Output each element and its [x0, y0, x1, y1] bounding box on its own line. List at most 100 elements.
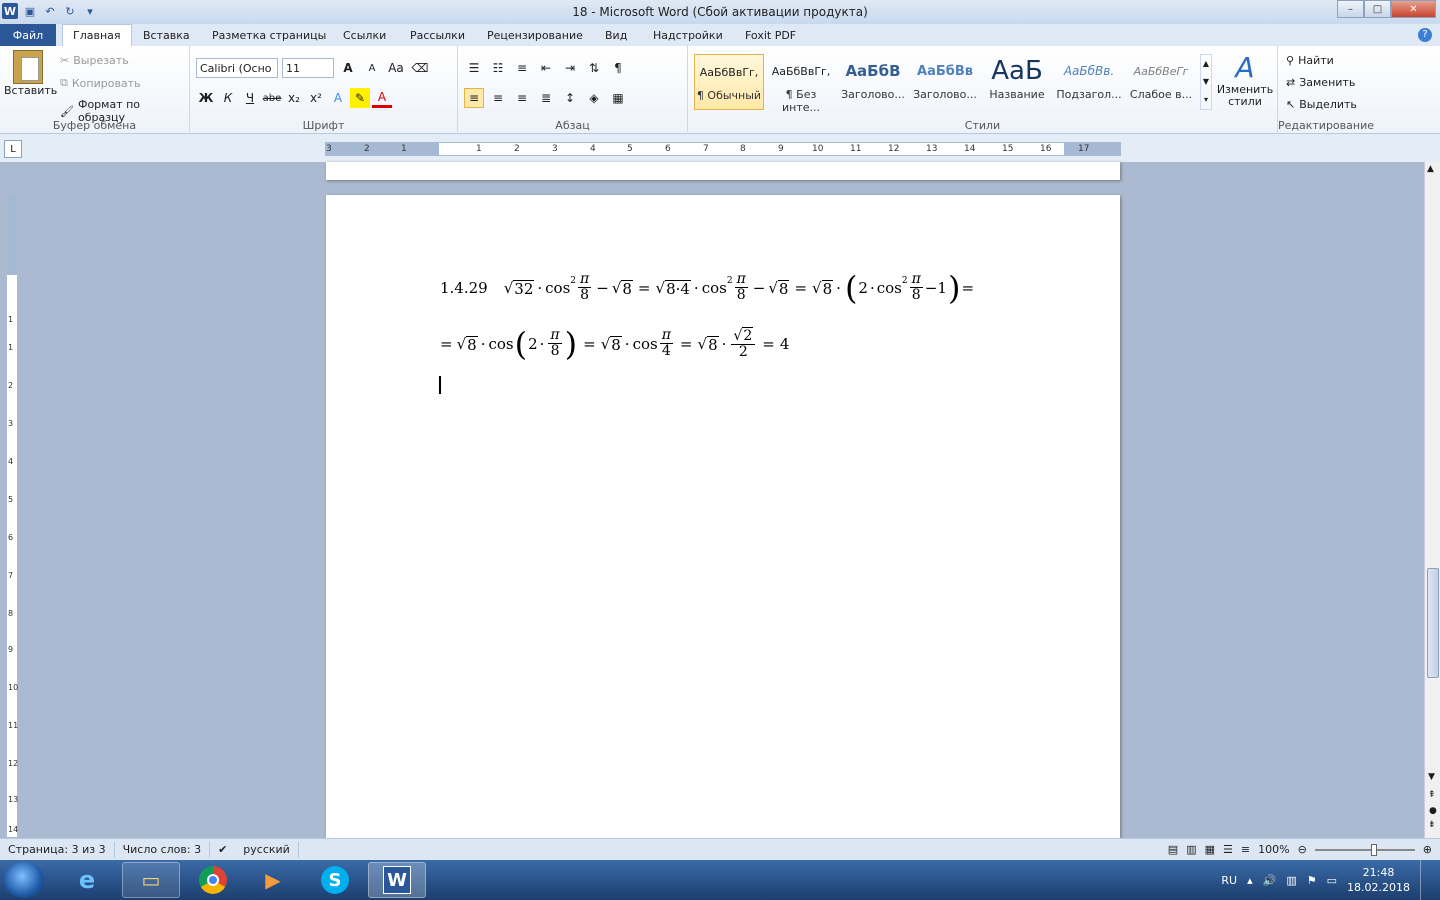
tab-insert[interactable]: Вставка	[143, 24, 190, 46]
help-icon[interactable]: ?	[1418, 28, 1432, 42]
media-player-icon[interactable]: ▶	[244, 862, 302, 898]
increase-indent-icon[interactable]: ⇥	[560, 58, 580, 78]
style-heading2[interactable]: АаБбВв Заголово...	[910, 54, 980, 110]
page-count[interactable]: Страница: 3 из 3	[0, 841, 115, 858]
grow-font-button[interactable]: A	[338, 58, 358, 78]
word-count[interactable]: Число слов: 3	[115, 841, 211, 858]
justify-icon[interactable]: ≣	[536, 88, 556, 108]
numbering-icon[interactable]: ☷	[488, 58, 508, 78]
font-color-icon[interactable]: A	[372, 88, 392, 108]
align-left-icon[interactable]: ≡	[464, 88, 484, 108]
maximize-button[interactable]: □	[1364, 0, 1391, 18]
action-center-icon[interactable]: ⚑	[1307, 874, 1317, 887]
vertical-scrollbar[interactable]: ▲ ▼ ⇞ ● ⇟	[1424, 162, 1440, 838]
line-spacing-icon[interactable]: ↕	[560, 88, 580, 108]
zoom-slider-thumb[interactable]	[1370, 843, 1377, 856]
scroll-thumb[interactable]	[1427, 568, 1439, 678]
clear-formatting-icon[interactable]: ⌫	[410, 58, 430, 78]
tab-selector[interactable]: L	[4, 140, 22, 158]
select-button[interactable]: ↖ Выделить	[1286, 98, 1357, 111]
align-center-icon[interactable]: ≡	[488, 88, 508, 108]
language-indicator[interactable]: RU	[1221, 874, 1237, 887]
network-icon[interactable]: ▥	[1286, 874, 1296, 887]
style-subtle-emphasis[interactable]: АаБбВеГг Слабое в...	[1126, 54, 1196, 110]
decrease-indent-icon[interactable]: ⇤	[536, 58, 556, 78]
change-styles-button[interactable]: A Изменить стили	[1216, 52, 1274, 108]
zoom-level[interactable]: 100%	[1258, 843, 1289, 856]
start-button[interactable]	[4, 862, 44, 898]
superscript-button[interactable]: x²	[306, 88, 326, 108]
zoom-out-icon[interactable]: ⊖	[1298, 843, 1307, 856]
show-desktop-button[interactable]	[1420, 860, 1430, 900]
tab-foxit-pdf[interactable]: Foxit PDF	[745, 24, 796, 46]
clock[interactable]: 21:48 18.02.2018	[1347, 865, 1410, 895]
chrome-icon[interactable]	[184, 862, 242, 898]
zoom-in-icon[interactable]: ⊕	[1423, 843, 1432, 856]
paste-button[interactable]: Вставить	[4, 50, 57, 97]
tab-page-layout[interactable]: Разметка страницы	[212, 24, 326, 46]
web-layout-icon[interactable]: ▦	[1205, 843, 1215, 856]
reading-layout-icon[interactable]: ▥	[1186, 843, 1196, 856]
underline-button[interactable]: Ч	[240, 88, 260, 108]
minimize-button[interactable]: –	[1337, 0, 1364, 18]
print-layout-icon[interactable]: ▤	[1168, 843, 1178, 856]
styles-scroll[interactable]: ▲ ▼ ▾	[1200, 54, 1212, 110]
outline-icon[interactable]: ☰	[1223, 843, 1233, 856]
skype-icon[interactable]: S	[306, 862, 364, 898]
multilevel-list-icon[interactable]: ≡	[512, 58, 532, 78]
tab-references[interactable]: Ссылки	[343, 24, 386, 46]
shrink-font-button[interactable]: A	[362, 58, 382, 78]
bold-button[interactable]: Ж	[196, 88, 216, 108]
font-size-field[interactable]: 11	[282, 58, 334, 78]
browse-object-icon[interactable]: ●	[1429, 806, 1437, 816]
spellcheck-icon[interactable]: ✔	[210, 842, 235, 858]
zoom-slider[interactable]	[1314, 843, 1415, 856]
tab-mailings[interactable]: Рассылки	[410, 24, 465, 46]
close-button[interactable]: ✕	[1391, 0, 1436, 18]
strikethrough-button[interactable]: abe	[262, 88, 282, 108]
bullets-icon[interactable]: ☰	[464, 58, 484, 78]
style-heading1[interactable]: АаБбВ Заголово...	[838, 54, 908, 110]
language[interactable]: русский	[235, 841, 299, 858]
align-right-icon[interactable]: ≡	[512, 88, 532, 108]
display-icon[interactable]: ▭	[1327, 874, 1337, 887]
internet-explorer-icon[interactable]: e	[58, 862, 116, 898]
prev-page-icon[interactable]: ⇞	[1428, 790, 1436, 800]
next-page-icon[interactable]: ⇟	[1428, 820, 1436, 830]
tab-view[interactable]: Вид	[605, 24, 627, 46]
show-marks-button[interactable]: ¶	[608, 58, 628, 78]
equation-line-1[interactable]: 1.4.29 √ 32 · cos 2 π8 − √ 8 = √ 8·4 · cos 2 …	[440, 272, 974, 304]
scroll-up-icon[interactable]: ▲	[1427, 164, 1434, 174]
draft-icon[interactable]: ≡	[1241, 843, 1250, 856]
borders-icon[interactable]: ▦	[608, 88, 628, 108]
explorer-folder-icon[interactable]: ▭	[122, 862, 180, 898]
volume-icon[interactable]: 🔊	[1263, 874, 1277, 887]
copy-button[interactable]: ⧉ Копировать	[60, 76, 141, 90]
horizontal-ruler[interactable]: 3 2 1 1 2 3 4 5 6 7 8 9 10 11 12 13 14 1…	[325, 142, 1121, 156]
italic-button[interactable]: К	[218, 88, 238, 108]
style-title[interactable]: АаБ Название	[982, 54, 1052, 110]
vruler-number: 7	[8, 571, 14, 580]
equation-line-2[interactable]: = √ 8 · cos ( 2 · π8 ) = √ 8 · cos π4 = √ 8 …	[440, 327, 789, 360]
subscript-button[interactable]: x₂	[284, 88, 304, 108]
tab-review[interactable]: Рецензирование	[487, 24, 583, 46]
style-subtitle[interactable]: АаБбВв. Подзагол...	[1054, 54, 1124, 110]
replace-button[interactable]: ⇄ Заменить	[1286, 76, 1355, 89]
style-normal[interactable]: АаБбВвГг, ¶ Обычный	[694, 54, 764, 110]
tab-addins[interactable]: Надстройки	[653, 24, 723, 46]
shading-icon[interactable]: ◈	[584, 88, 604, 108]
cut-button[interactable]: ✂ Вырезать	[60, 54, 129, 67]
text-effects-icon[interactable]: A	[328, 88, 348, 108]
show-hidden-icons-icon[interactable]: ▴	[1247, 874, 1253, 887]
style-no-spacing[interactable]: АаБбВвГг, ¶ Без инте...	[766, 54, 836, 115]
word-taskbar-icon[interactable]: W	[368, 862, 426, 898]
sort-icon[interactable]: ⇅	[584, 58, 604, 78]
highlight-icon[interactable]: ✎	[350, 88, 370, 108]
change-case-button[interactable]: Aa	[386, 58, 406, 78]
vertical-ruler[interactable]: 1 1 2 3 4 5 6 7 8 9 10 11 12 13 14	[6, 194, 18, 838]
tab-home[interactable]: Главная	[62, 24, 132, 46]
scroll-down-icon[interactable]: ▼	[1428, 772, 1435, 782]
find-button[interactable]: ⚲ Найти	[1286, 54, 1334, 67]
tab-file[interactable]: Файл	[0, 24, 56, 46]
font-name-field[interactable]: Calibri (Осно	[196, 58, 278, 78]
